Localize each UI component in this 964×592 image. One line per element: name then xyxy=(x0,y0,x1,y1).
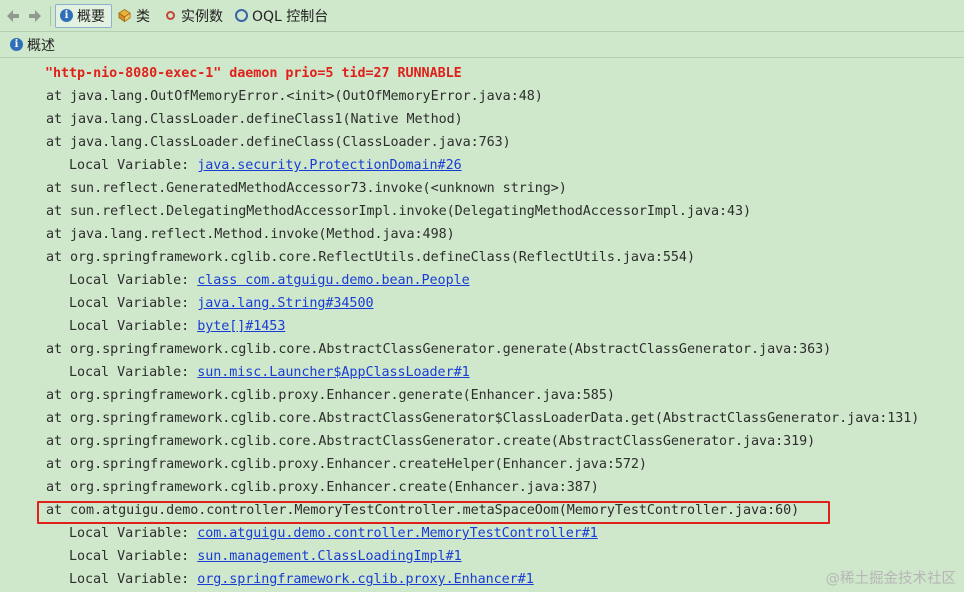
stack-frame: at org.springframework.cglib.core.Abstra… xyxy=(46,340,831,360)
object-link[interactable]: sun.management.ClassLoadingImpl#1 xyxy=(197,549,461,564)
local-variable-label: Local Variable: xyxy=(69,319,198,334)
local-variable-row[interactable]: Local Variable: byte[]#1453 xyxy=(69,317,285,337)
stack-frame: at java.lang.reflect.Method.invoke(Metho… xyxy=(46,225,455,245)
stack-frame: at org.springframework.cglib.proxy.Enhan… xyxy=(46,455,647,475)
local-variable-label: Local Variable: xyxy=(69,296,198,311)
stack-frame-text: at org.springframework.cglib.core.Abstra… xyxy=(46,411,920,426)
stack-frame: at java.lang.OutOfMemoryError.<init>(Out… xyxy=(46,87,543,107)
local-variable-row[interactable]: Local Variable: com.atguigu.demo.control… xyxy=(69,524,598,544)
tab-oql-console[interactable]: OQL 控制台 xyxy=(231,4,334,28)
stack-frame-text: at org.springframework.cglib.core.Reflec… xyxy=(46,250,695,265)
stack-frame: at org.springframework.cglib.proxy.Enhan… xyxy=(46,386,615,406)
stack-frame: at java.lang.ClassLoader.defineClass(Cla… xyxy=(46,133,511,153)
watermark: @稀土掘金技术社区 xyxy=(825,571,957,587)
object-link[interactable]: class com.atguigu.demo.bean.People xyxy=(197,273,469,288)
info-icon: i xyxy=(60,9,73,22)
tab-classes[interactable]: 类 xyxy=(114,4,156,28)
arrow-right-icon[interactable] xyxy=(26,7,44,25)
toolbar-separator xyxy=(50,5,51,26)
stack-frame-text: at org.springframework.cglib.core.Abstra… xyxy=(46,342,832,357)
local-variable-row[interactable]: Local Variable: java.lang.String#34500 xyxy=(69,294,374,314)
local-variable-label: Local Variable: xyxy=(69,549,198,564)
stack-frame-text: at java.lang.reflect.Method.invoke(Metho… xyxy=(46,227,455,242)
stack-frame: at org.springframework.cglib.core.Reflec… xyxy=(46,248,695,268)
local-variable-label: Local Variable: xyxy=(69,273,198,288)
stack-frame-text: at sun.reflect.DelegatingMethodAccessorI… xyxy=(46,204,752,219)
stack-frame-text: at org.springframework.cglib.proxy.Enhan… xyxy=(46,388,615,403)
tab-overview[interactable]: i 概要 xyxy=(55,3,112,28)
thread-header: "http-nio-8080-exec-1" daemon prio=5 tid… xyxy=(45,66,462,81)
local-variable-row[interactable]: Local Variable: class com.atguigu.demo.b… xyxy=(69,271,470,291)
local-variable-label: Local Variable: xyxy=(69,365,198,380)
instance-icon xyxy=(166,11,175,20)
object-link[interactable]: byte[]#1453 xyxy=(197,319,285,334)
local-variable-label: Local Variable: xyxy=(69,158,198,173)
panel-title: 概述 xyxy=(27,37,55,54)
local-variable-row[interactable]: Local Variable: sun.misc.Launcher$AppCla… xyxy=(69,363,470,383)
tab-instances-label: 实例数 xyxy=(181,8,223,25)
local-variable-row[interactable]: Local Variable: sun.management.ClassLoad… xyxy=(69,547,462,567)
object-link[interactable]: sun.misc.Launcher$AppClassLoader#1 xyxy=(197,365,469,380)
stack-frame: at sun.reflect.DelegatingMethodAccessorI… xyxy=(46,202,751,222)
stack-frame: at sun.reflect.GeneratedMethodAccessor73… xyxy=(46,179,567,199)
object-link[interactable]: org.springframework.cglib.proxy.Enhancer… xyxy=(197,572,534,587)
stack-frame-text: at java.lang.OutOfMemoryError.<init>(Out… xyxy=(46,89,543,104)
object-link[interactable]: java.lang.String#34500 xyxy=(197,296,373,311)
stack-frame-text: at org.springframework.cglib.proxy.Enhan… xyxy=(46,457,647,472)
panel-title-bar: i 概述 xyxy=(0,32,964,58)
stack-frame-text: at org.springframework.cglib.core.Abstra… xyxy=(46,434,816,449)
toolbar: i 概要 类 实例数 OQL 控制台 xyxy=(0,0,964,32)
stack-frame-text: at java.lang.ClassLoader.defineClass1(Na… xyxy=(46,112,463,127)
info-icon: i xyxy=(10,38,23,51)
oql-icon xyxy=(235,9,248,22)
object-link[interactable]: com.atguigu.demo.controller.MemoryTestCo… xyxy=(197,526,598,541)
stack-frame-text: at java.lang.ClassLoader.defineClass(Cla… xyxy=(46,135,511,150)
tab-oql-console-label: OQL 控制台 xyxy=(252,8,329,25)
stack-frame-text: at org.springframework.cglib.proxy.Enhan… xyxy=(46,480,599,495)
local-variable-row[interactable]: Local Variable: java.security.Protection… xyxy=(69,156,462,176)
thread-dump-view: "http-nio-8080-exec-1" daemon prio=5 tid… xyxy=(0,58,964,592)
local-variable-label: Local Variable: xyxy=(69,526,198,541)
stack-frame: at java.lang.ClassLoader.defineClass1(Na… xyxy=(46,110,463,130)
local-variable-row[interactable]: Local Variable: org.springframework.cgli… xyxy=(69,570,534,590)
tab-instances[interactable]: 实例数 xyxy=(158,4,229,28)
highlight-box xyxy=(37,501,830,524)
stack-frame: at org.springframework.cglib.core.Abstra… xyxy=(46,432,815,452)
class-icon xyxy=(118,8,132,23)
tab-classes-label: 类 xyxy=(136,8,150,25)
stack-frame: at org.springframework.cglib.core.Abstra… xyxy=(46,409,919,429)
object-link[interactable]: java.security.ProtectionDomain#26 xyxy=(197,158,461,173)
stack-frame-text: at sun.reflect.GeneratedMethodAccessor73… xyxy=(46,181,567,196)
local-variable-label: Local Variable: xyxy=(69,572,198,587)
arrow-left-icon[interactable] xyxy=(4,7,22,25)
stack-frame: at org.springframework.cglib.proxy.Enhan… xyxy=(46,478,599,498)
tab-overview-label: 概要 xyxy=(77,8,105,25)
